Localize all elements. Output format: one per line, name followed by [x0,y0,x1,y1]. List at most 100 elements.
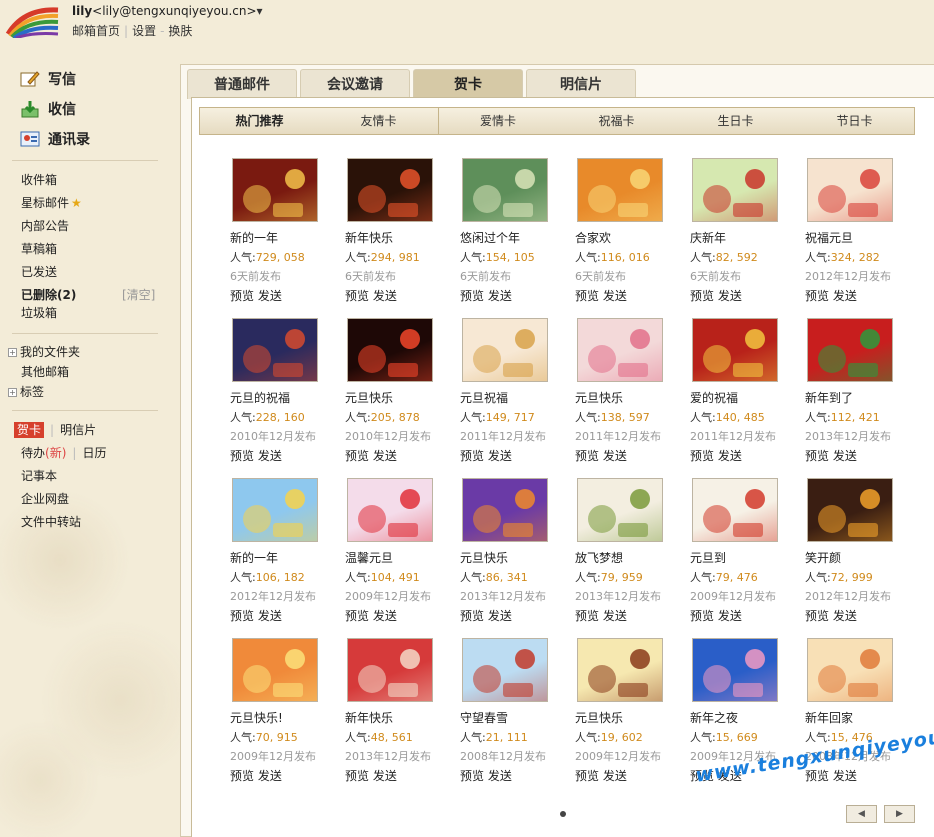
card-thumbnail[interactable] [692,318,778,382]
preview-link[interactable]: 预览 [690,289,714,303]
file-transfer-link[interactable]: 文件中转站 [0,511,170,534]
card-thumbnail[interactable] [347,638,433,702]
tab-meeting-invite[interactable]: 会议邀请 [300,69,410,99]
send-link[interactable]: 发送 [488,609,512,623]
preview-link[interactable]: 预览 [230,289,254,303]
subtab-birthday[interactable]: 生日卡 [676,108,795,134]
card-thumbnail[interactable] [577,318,663,382]
mailbox-home-link[interactable]: 邮箱首页 [72,24,120,38]
send-link[interactable]: 发送 [603,289,627,303]
preview-link[interactable]: 预览 [345,289,369,303]
send-link[interactable]: 发送 [258,609,282,623]
preview-link[interactable]: 预览 [230,769,254,783]
prev-page-button[interactable]: ◀ [846,805,877,823]
card-thumbnail[interactable] [692,478,778,542]
preview-link[interactable]: 预览 [345,769,369,783]
card-thumbnail[interactable] [577,638,663,702]
card-thumbnail[interactable] [577,478,663,542]
send-link[interactable]: 发送 [833,609,857,623]
send-link[interactable]: 发送 [258,449,282,463]
preview-link[interactable]: 预览 [230,449,254,463]
preview-link[interactable]: 预览 [690,449,714,463]
card-thumbnail[interactable] [807,318,893,382]
send-link[interactable]: 发送 [258,769,282,783]
card-thumbnail[interactable] [347,318,433,382]
change-skin-link[interactable]: 换肤 [168,24,192,38]
my-folders[interactable]: + 我的文件夹 [0,342,170,362]
tab-normal-mail[interactable]: 普通邮件 [187,69,297,99]
subtab-holiday[interactable]: 节日卡 [795,108,914,134]
card-thumbnail[interactable] [232,318,318,382]
expand-icon[interactable]: + [8,388,17,397]
preview-link[interactable]: 预览 [575,449,599,463]
send-link[interactable]: 发送 [488,289,512,303]
contacts-button[interactable]: 通讯录 [0,124,170,154]
next-page-button[interactable]: ▶ [884,805,915,823]
folder-announcements[interactable]: 内部公告 [0,215,170,238]
preview-link[interactable]: 预览 [460,769,484,783]
card-thumbnail[interactable] [232,478,318,542]
preview-link[interactable]: 预览 [575,769,599,783]
card-thumbnail[interactable] [462,638,548,702]
folder-starred[interactable]: 星标邮件 ★ [0,192,170,215]
preview-link[interactable]: 预览 [690,609,714,623]
send-link[interactable]: 发送 [833,289,857,303]
card-thumbnail[interactable] [807,158,893,222]
tags[interactable]: + 标签 [0,382,170,402]
netdisk-link[interactable]: 企业网盘 [0,488,170,511]
subtab-blessing[interactable]: 祝福卡 [557,108,676,134]
notes-link[interactable]: 记事本 [0,465,170,488]
expand-icon[interactable]: + [8,348,17,357]
card-thumbnail[interactable] [232,158,318,222]
preview-link[interactable]: 预览 [230,609,254,623]
send-link[interactable]: 发送 [718,609,742,623]
card-thumbnail[interactable] [807,478,893,542]
calendar-link[interactable]: 日历 [82,446,106,460]
send-link[interactable]: 发送 [718,449,742,463]
preview-link[interactable]: 预览 [345,449,369,463]
account-info[interactable]: lily<lily@tengxunqiyeyou.cn>▾ [72,4,263,18]
folder-drafts[interactable]: 草稿箱 [0,238,170,261]
preview-link[interactable]: 预览 [460,449,484,463]
send-link[interactable]: 发送 [373,449,397,463]
compose-button[interactable]: 写信 [0,64,170,94]
other-mailboxes[interactable]: 其他邮箱 [0,362,170,382]
card-thumbnail[interactable] [232,638,318,702]
postcards-link[interactable]: 明信片 [60,423,96,437]
send-link[interactable]: 发送 [603,769,627,783]
subtab-hot[interactable]: 热门推荐 [200,108,319,134]
card-thumbnail[interactable] [692,638,778,702]
folder-spam[interactable]: 垃圾箱 [0,302,170,325]
send-link[interactable]: 发送 [258,289,282,303]
preview-link[interactable]: 预览 [805,289,829,303]
preview-link[interactable]: 预览 [575,289,599,303]
card-thumbnail[interactable] [462,158,548,222]
preview-link[interactable]: 预览 [805,769,829,783]
send-link[interactable]: 发送 [718,289,742,303]
send-link[interactable]: 发送 [373,769,397,783]
receive-button[interactable]: 收信 [0,94,170,124]
subtab-love[interactable]: 爱情卡 [438,108,557,134]
folder-sent[interactable]: 已发送 [0,261,170,284]
card-thumbnail[interactable] [692,158,778,222]
subtab-friendship[interactable]: 友情卡 [319,108,438,134]
send-link[interactable]: 发送 [833,449,857,463]
card-thumbnail[interactable] [462,478,548,542]
todo-link[interactable]: 待办(新) [14,446,66,460]
preview-link[interactable]: 预览 [345,609,369,623]
send-link[interactable]: 发送 [488,449,512,463]
card-thumbnail[interactable] [462,318,548,382]
card-thumbnail[interactable] [807,638,893,702]
page-indicator-dot[interactable] [560,811,566,817]
tab-greeting-cards[interactable]: 贺卡 [413,69,523,99]
chevron-down-icon[interactable]: ▾ [257,4,263,18]
greeting-cards-link[interactable]: 贺卡 [14,422,45,438]
send-link[interactable]: 发送 [603,609,627,623]
card-thumbnail[interactable] [347,478,433,542]
folder-inbox[interactable]: 收件箱 [0,169,170,192]
settings-link[interactable]: 设置 [132,24,156,38]
preview-link[interactable]: 预览 [460,289,484,303]
preview-link[interactable]: 预览 [575,609,599,623]
send-link[interactable]: 发送 [833,769,857,783]
send-link[interactable]: 发送 [373,609,397,623]
